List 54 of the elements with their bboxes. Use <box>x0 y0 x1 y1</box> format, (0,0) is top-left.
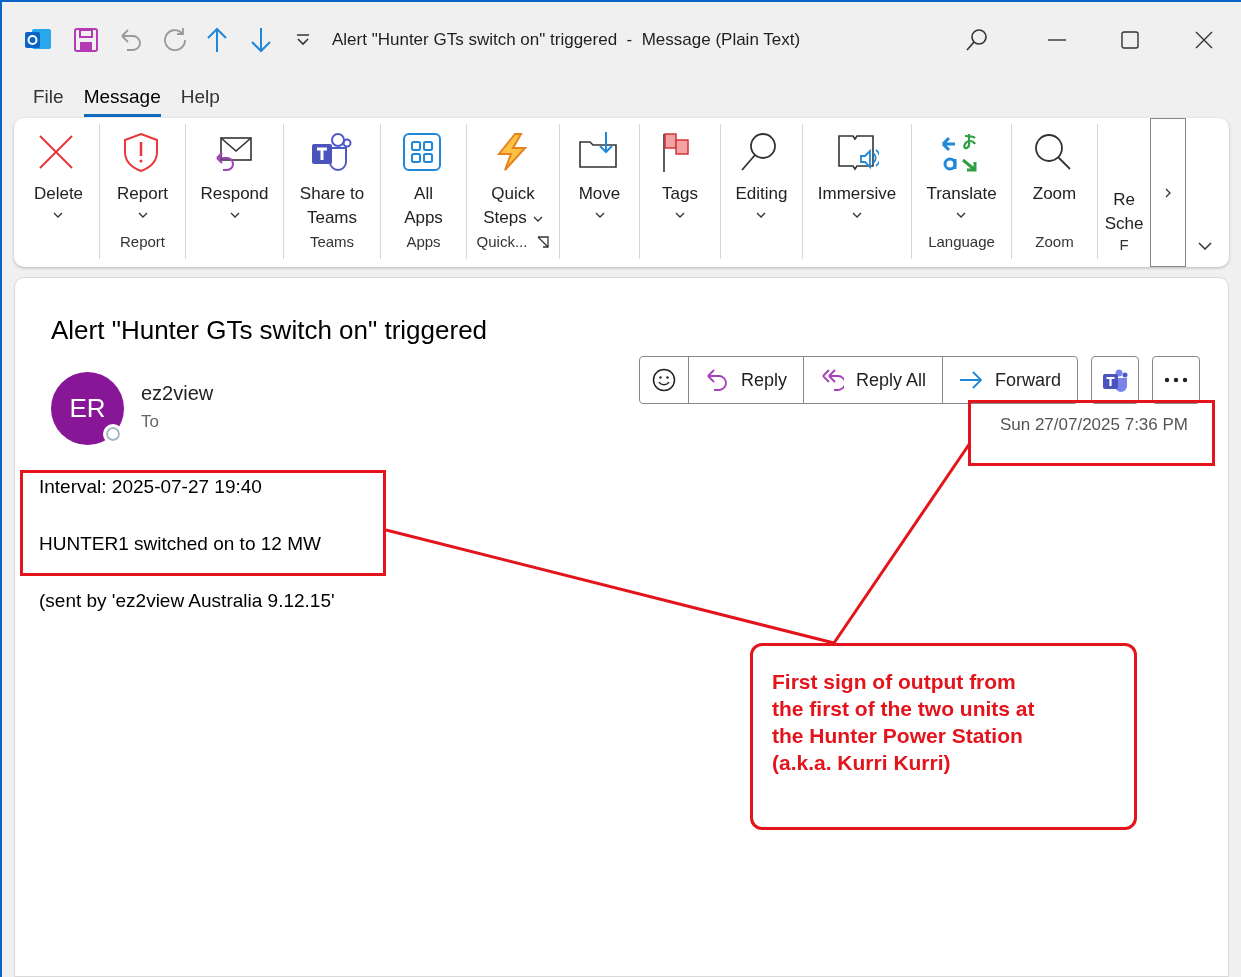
ribbon-button[interactable]: Re Sche <box>1101 132 1147 236</box>
reply-all-arrow-icon <box>819 368 844 392</box>
ribbon-button[interactable]: Translate <box>923 132 1000 233</box>
smiley-icon <box>651 368 676 392</box>
ribbon-group-label: Report <box>120 231 165 252</box>
callout-text: First sign of output from the first of the two units at the Hunter Power Station (a.k.a. Kurri Kurri) <box>772 669 1036 776</box>
ribbon-button[interactable]: Move <box>574 132 625 251</box>
scroll-right-button[interactable] <box>1150 118 1186 267</box>
ribbon-button[interactable]: Editing <box>732 132 791 251</box>
ribbon-group-label: Apps <box>406 231 441 252</box>
body-text: (sent by 'ez2view Australia 9.12.15' <box>39 590 336 612</box>
ribbon-button[interactable]: Respond <box>197 132 272 251</box>
chevron-right-icon <box>1165 187 1171 198</box>
window-title: Alert "Hunter GTs switch on" triggered - Message (Plain Text) <box>332 29 801 52</box>
menu-tab[interactable]: File <box>33 79 64 117</box>
reply-arrow-icon <box>704 368 729 392</box>
body-text: Interval: 2025-07-27 19:40 <box>39 476 263 498</box>
ribbon-group-label: Language <box>928 231 995 252</box>
recipient-label: To <box>141 411 160 433</box>
menu-tab[interactable]: Help <box>180 79 220 117</box>
ribbon-button[interactable]: Report <box>114 132 171 233</box>
ribbon-button[interactable]: Delete <box>30 132 87 251</box>
ribbon-button[interactable]: All Apps <box>398 132 449 233</box>
action-button[interactable]: Reply <box>687 357 803 403</box>
action-button[interactable]: Forward <box>942 357 1077 403</box>
ribbon-group-label: F <box>1119 234 1129 255</box>
ribbon-group-label: Zoom <box>1035 231 1074 252</box>
ribbon-button[interactable]: Tags <box>655 132 705 251</box>
body-text: HUNTER1 switched on to 12 MW <box>39 533 322 555</box>
close-icon[interactable] <box>1195 31 1213 49</box>
avatar: ER <box>51 372 124 445</box>
customize-dropdown-icon[interactable] <box>296 34 310 46</box>
search-icon[interactable] <box>965 28 989 52</box>
ribbon-button[interactable]: Zoom <box>1029 132 1080 233</box>
maximize-icon[interactable] <box>1121 31 1139 49</box>
arrow-up-icon[interactable] <box>206 27 228 53</box>
save-icon[interactable] <box>74 28 98 52</box>
ribbon-button[interactable]: Quick Steps <box>480 132 546 233</box>
sender-name: ez2view <box>141 381 214 406</box>
ribbon-group-label: Teams <box>309 231 355 252</box>
dialog-launcher-icon[interactable] <box>537 236 550 248</box>
received-date: Sun 27/07/2025 7:36 PM <box>999 414 1188 436</box>
arrow-down-icon[interactable] <box>250 27 272 53</box>
ribbon-button[interactable]: Immersive <box>814 132 900 251</box>
ribbon-group-label: Quick... <box>476 231 528 252</box>
teams-icon <box>310 132 354 174</box>
teams-icon <box>1102 368 1128 392</box>
message-subject: Alert "Hunter GTs switch on" triggered <box>50 314 489 346</box>
action-button[interactable]: Reply All <box>802 357 942 403</box>
chevron-down-icon <box>1198 242 1212 250</box>
teams-button[interactable] <box>1091 356 1139 404</box>
ellipsis-icon <box>1164 377 1188 383</box>
more-options-button[interactable] <box>1152 356 1200 404</box>
ribbon-button[interactable]: Share to Teams <box>296 132 368 233</box>
